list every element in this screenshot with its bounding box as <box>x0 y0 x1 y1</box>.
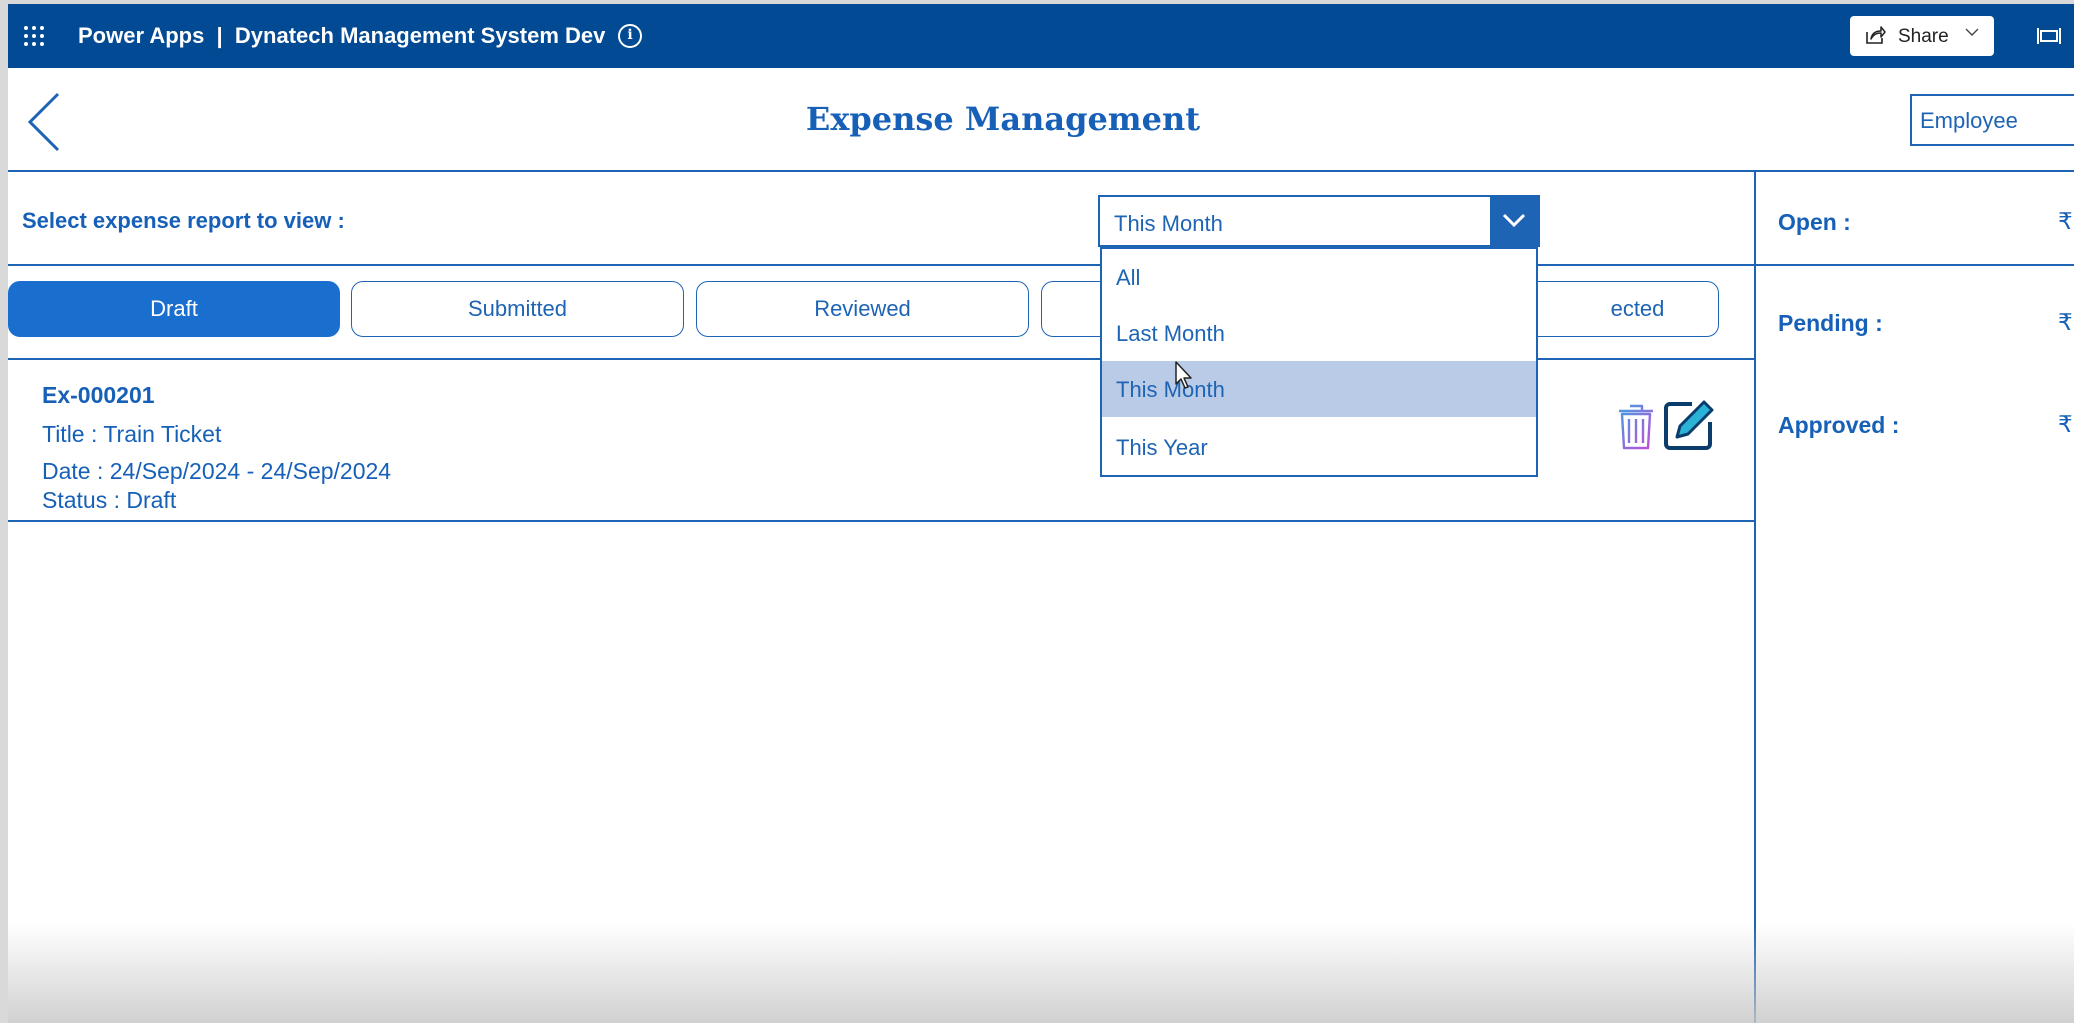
approved-value: ₹ <box>2058 412 2073 438</box>
app-window: Power Apps | Dynatech Management System … <box>8 4 2074 1023</box>
divider <box>8 520 1754 522</box>
open-label: Open : <box>1778 209 1851 235</box>
edit-icon[interactable] <box>1662 398 1716 452</box>
dropdown-value: This Month <box>1114 211 1223 236</box>
share-icon <box>1866 26 1886 44</box>
dropdown-option-this-month[interactable]: This Month <box>1102 361 1536 417</box>
top-bar: Power Apps | Dynatech Management System … <box>8 4 2074 68</box>
app-launcher-icon[interactable] <box>22 24 46 48</box>
dropdown-option-all[interactable]: All <box>1102 249 1536 305</box>
divider <box>1756 264 2074 266</box>
period-dropdown-list: All Last Month This Month This Year <box>1100 247 1538 477</box>
panel-divider <box>1754 170 1756 1023</box>
filter-label: Select expense report to view : <box>22 208 345 233</box>
share-label: Share <box>1898 26 1949 47</box>
bottom-shadow <box>8 924 2074 1023</box>
period-dropdown[interactable]: This Month <box>1098 195 1540 247</box>
mouse-cursor-icon <box>1175 361 1192 389</box>
chevron-down-icon <box>1965 28 1979 36</box>
app-title: Power Apps | Dynatech Management System … <box>78 23 606 48</box>
tab-submitted[interactable]: Submitted <box>351 281 684 337</box>
role-field[interactable]: Employee <box>1910 94 2074 146</box>
fit-to-window-icon[interactable] <box>2036 24 2062 48</box>
report-status: Status : Draft <box>42 487 177 513</box>
share-button[interactable]: Share <box>1850 16 1994 56</box>
tab-draft[interactable]: Draft <box>8 281 340 337</box>
dropdown-toggle[interactable] <box>1490 197 1538 245</box>
divider <box>8 170 2074 172</box>
open-value: ₹ <box>2058 209 2073 235</box>
delete-icon[interactable] <box>1616 402 1656 452</box>
pending-label: Pending : <box>1778 310 1883 336</box>
dropdown-option-last-month[interactable]: Last Month <box>1102 305 1536 361</box>
approved-label: Approved : <box>1778 412 1900 438</box>
chevron-down-icon <box>1502 213 1526 228</box>
dropdown-option-this-year[interactable]: This Year <box>1102 419 1536 475</box>
report-title: Title : Train Ticket <box>42 421 222 447</box>
info-icon[interactable]: i <box>618 24 642 48</box>
pending-value: ₹ <box>2058 310 2073 336</box>
report-id: Ex-000201 <box>42 382 155 408</box>
page-title: Expense Management <box>805 100 1201 138</box>
report-date: Date : 24/Sep/2024 - 24/Sep/2024 <box>42 458 392 484</box>
tab-reviewed[interactable]: Reviewed <box>696 281 1029 337</box>
